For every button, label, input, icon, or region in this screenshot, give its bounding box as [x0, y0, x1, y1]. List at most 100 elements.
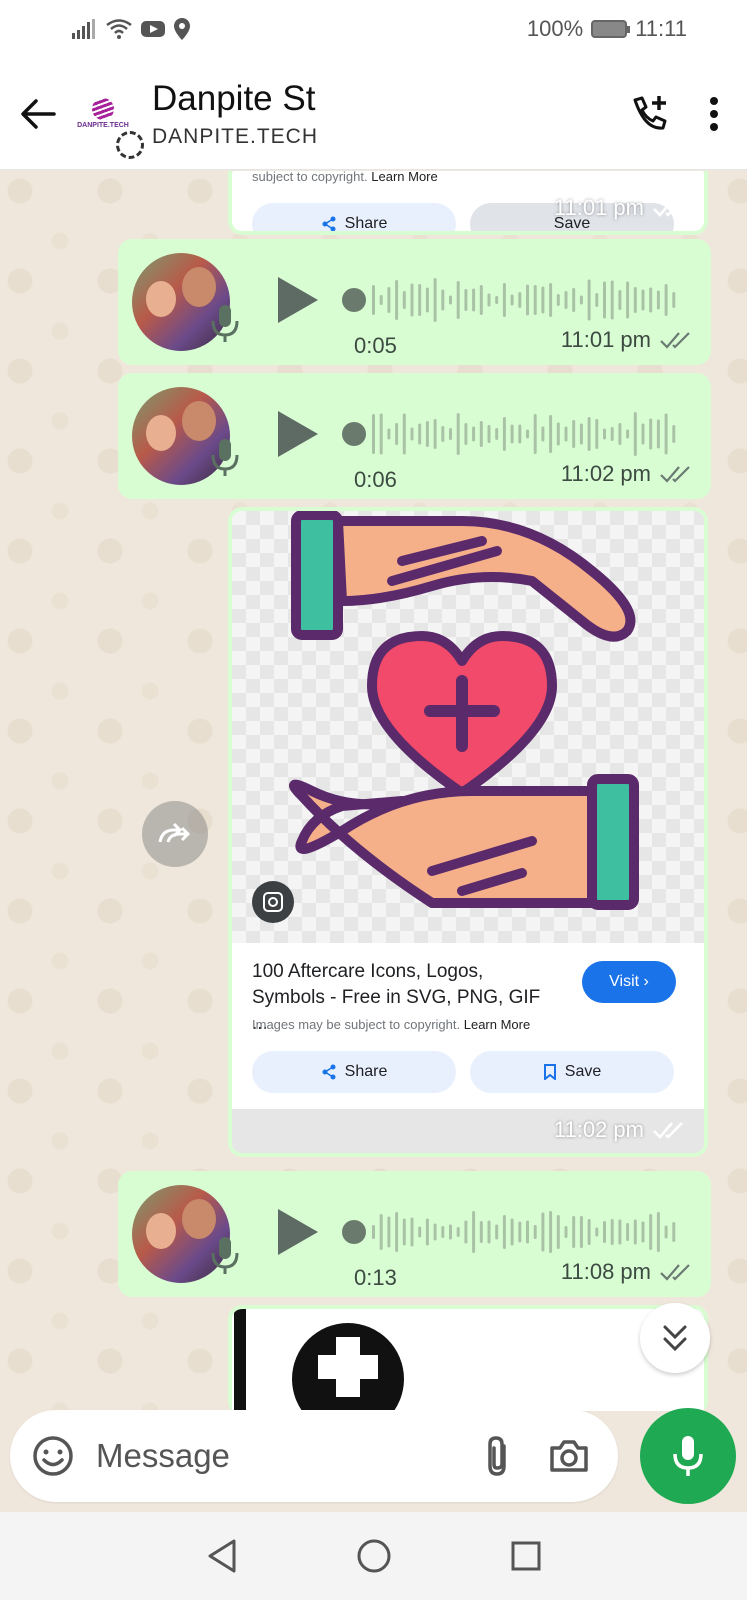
shared-image[interactable] [232, 511, 704, 943]
back-button[interactable] [16, 92, 60, 136]
waveform-bar [402, 1218, 406, 1246]
waveform-bar [649, 287, 653, 313]
waveform-bar [487, 1220, 491, 1244]
arrow-left-icon [21, 98, 56, 129]
battery-icon [591, 20, 631, 38]
contact-name: Danpite St [152, 78, 316, 118]
waveform-bar [379, 413, 383, 455]
waveform-bar [626, 429, 630, 439]
waveform-bar [441, 426, 445, 442]
waveform-bar [495, 1224, 499, 1240]
nav-home-icon[interactable] [356, 1538, 392, 1574]
image-card-message[interactable]: 100 Aftercare Icons, Logos, Symbols - Fr… [228, 507, 708, 1157]
waveform-bar [518, 292, 522, 308]
waveform-bar [626, 1223, 630, 1241]
play-icon[interactable] [276, 409, 320, 459]
waveform-bar [372, 285, 375, 315]
playback-scrubber[interactable] [342, 422, 366, 446]
waveform-bar [603, 281, 606, 319]
waveform-bar [649, 418, 653, 450]
voice-record-button[interactable] [640, 1408, 736, 1504]
message-input[interactable]: Message [96, 1437, 484, 1475]
waveform-bar [618, 423, 622, 445]
read-ticks-icon [653, 1122, 683, 1139]
image-border [234, 1309, 246, 1411]
waveform-bar [433, 419, 437, 449]
lens-button[interactable] [252, 881, 294, 923]
waveform-bar [433, 1223, 437, 1241]
medical-cross-image [292, 1323, 404, 1411]
waveform-bar [579, 1216, 583, 1248]
emoji-icon[interactable] [32, 1435, 74, 1477]
camera-icon[interactable] [548, 1438, 590, 1474]
waveform-bar [464, 289, 468, 311]
waveform-bar [433, 278, 437, 322]
message-time: 11:02 pm [554, 1117, 686, 1143]
message-time: 11:02 pm [561, 461, 693, 487]
voice-duration: 0:06 [354, 467, 397, 492]
contact-subtitle: DANPITE.TECH [152, 124, 319, 148]
play-icon[interactable] [276, 1207, 320, 1257]
waveform-bar [533, 285, 537, 315]
playback-scrubber[interactable] [342, 1220, 366, 1244]
chat-area[interactable]: subject to copyright. Learn More Share S… [0, 171, 747, 1411]
waveform-bar [425, 287, 429, 313]
scroll-to-bottom-button[interactable] [640, 1303, 710, 1373]
waveform-bar [402, 413, 406, 455]
mic-icon [211, 1237, 239, 1274]
waveform-bar [402, 291, 406, 309]
voice-message[interactable]: 0:13 11:08 pm [118, 1171, 711, 1297]
mic-icon [673, 1436, 703, 1476]
share-button[interactable]: Share [252, 1051, 456, 1093]
waveform-bar [502, 417, 506, 451]
share-button[interactable]: Share [252, 203, 456, 231]
image-message[interactable] [228, 1305, 708, 1411]
save-button[interactable]: Save [470, 1051, 674, 1093]
mic-icon [211, 439, 239, 476]
waveform-bar [564, 1226, 568, 1238]
waveform-bar [487, 425, 491, 443]
voice-message[interactable]: 0:05 11:01 pm [118, 239, 711, 365]
voice-message[interactable]: 0:06 11:02 pm [118, 373, 711, 499]
waveform-bar [564, 291, 568, 309]
more-vert-icon[interactable] [709, 96, 719, 132]
contact-avatar[interactable]: DANPITE.TECH [74, 85, 144, 159]
waveform-bar [495, 296, 499, 304]
waveform-bar [425, 421, 429, 447]
logo-text: DANPITE.TECH [77, 122, 129, 129]
waveform-bar [495, 428, 499, 440]
signal-icon [72, 19, 95, 39]
voice-duration: 0:05 [354, 333, 397, 358]
image-card-message[interactable]: subject to copyright. Learn More Share S… [228, 171, 708, 235]
message-time: 11:08 pm [561, 1259, 693, 1285]
battery-percent: 100% [526, 16, 584, 41]
play-icon[interactable] [276, 275, 320, 325]
waveform-bar [425, 1218, 429, 1246]
waveform-bar [533, 414, 537, 454]
contact-info[interactable]: Danpite St DANPITE.TECH [152, 79, 318, 149]
waveform-bar [541, 286, 545, 314]
nav-recents-icon[interactable] [510, 1540, 542, 1572]
disappearing-timer-icon [116, 130, 144, 159]
waveform-bar [372, 414, 375, 454]
nav-back-icon[interactable] [206, 1538, 238, 1574]
waveform-bar [610, 427, 614, 441]
waveform-bar [372, 1225, 375, 1239]
waveform-bar [541, 1212, 545, 1252]
read-ticks-icon [660, 1264, 690, 1281]
playback-scrubber[interactable] [342, 288, 366, 312]
waveform-bar [379, 295, 383, 305]
forward-button[interactable] [142, 801, 208, 867]
waveform-bar [449, 295, 452, 305]
waveform-bar [572, 420, 576, 448]
waveform-bar [526, 429, 529, 439]
waveform-bar [472, 426, 476, 442]
visit-button[interactable]: Visit › [582, 961, 676, 1003]
learn-more-link[interactable]: Learn More [464, 1017, 530, 1032]
bookmark-icon [543, 1064, 556, 1080]
phone-plus-icon[interactable] [629, 94, 669, 134]
waveform-bar [410, 427, 414, 441]
paperclip-icon[interactable] [484, 1434, 510, 1478]
wifi-icon [106, 19, 132, 39]
waveform-bar [549, 415, 553, 453]
